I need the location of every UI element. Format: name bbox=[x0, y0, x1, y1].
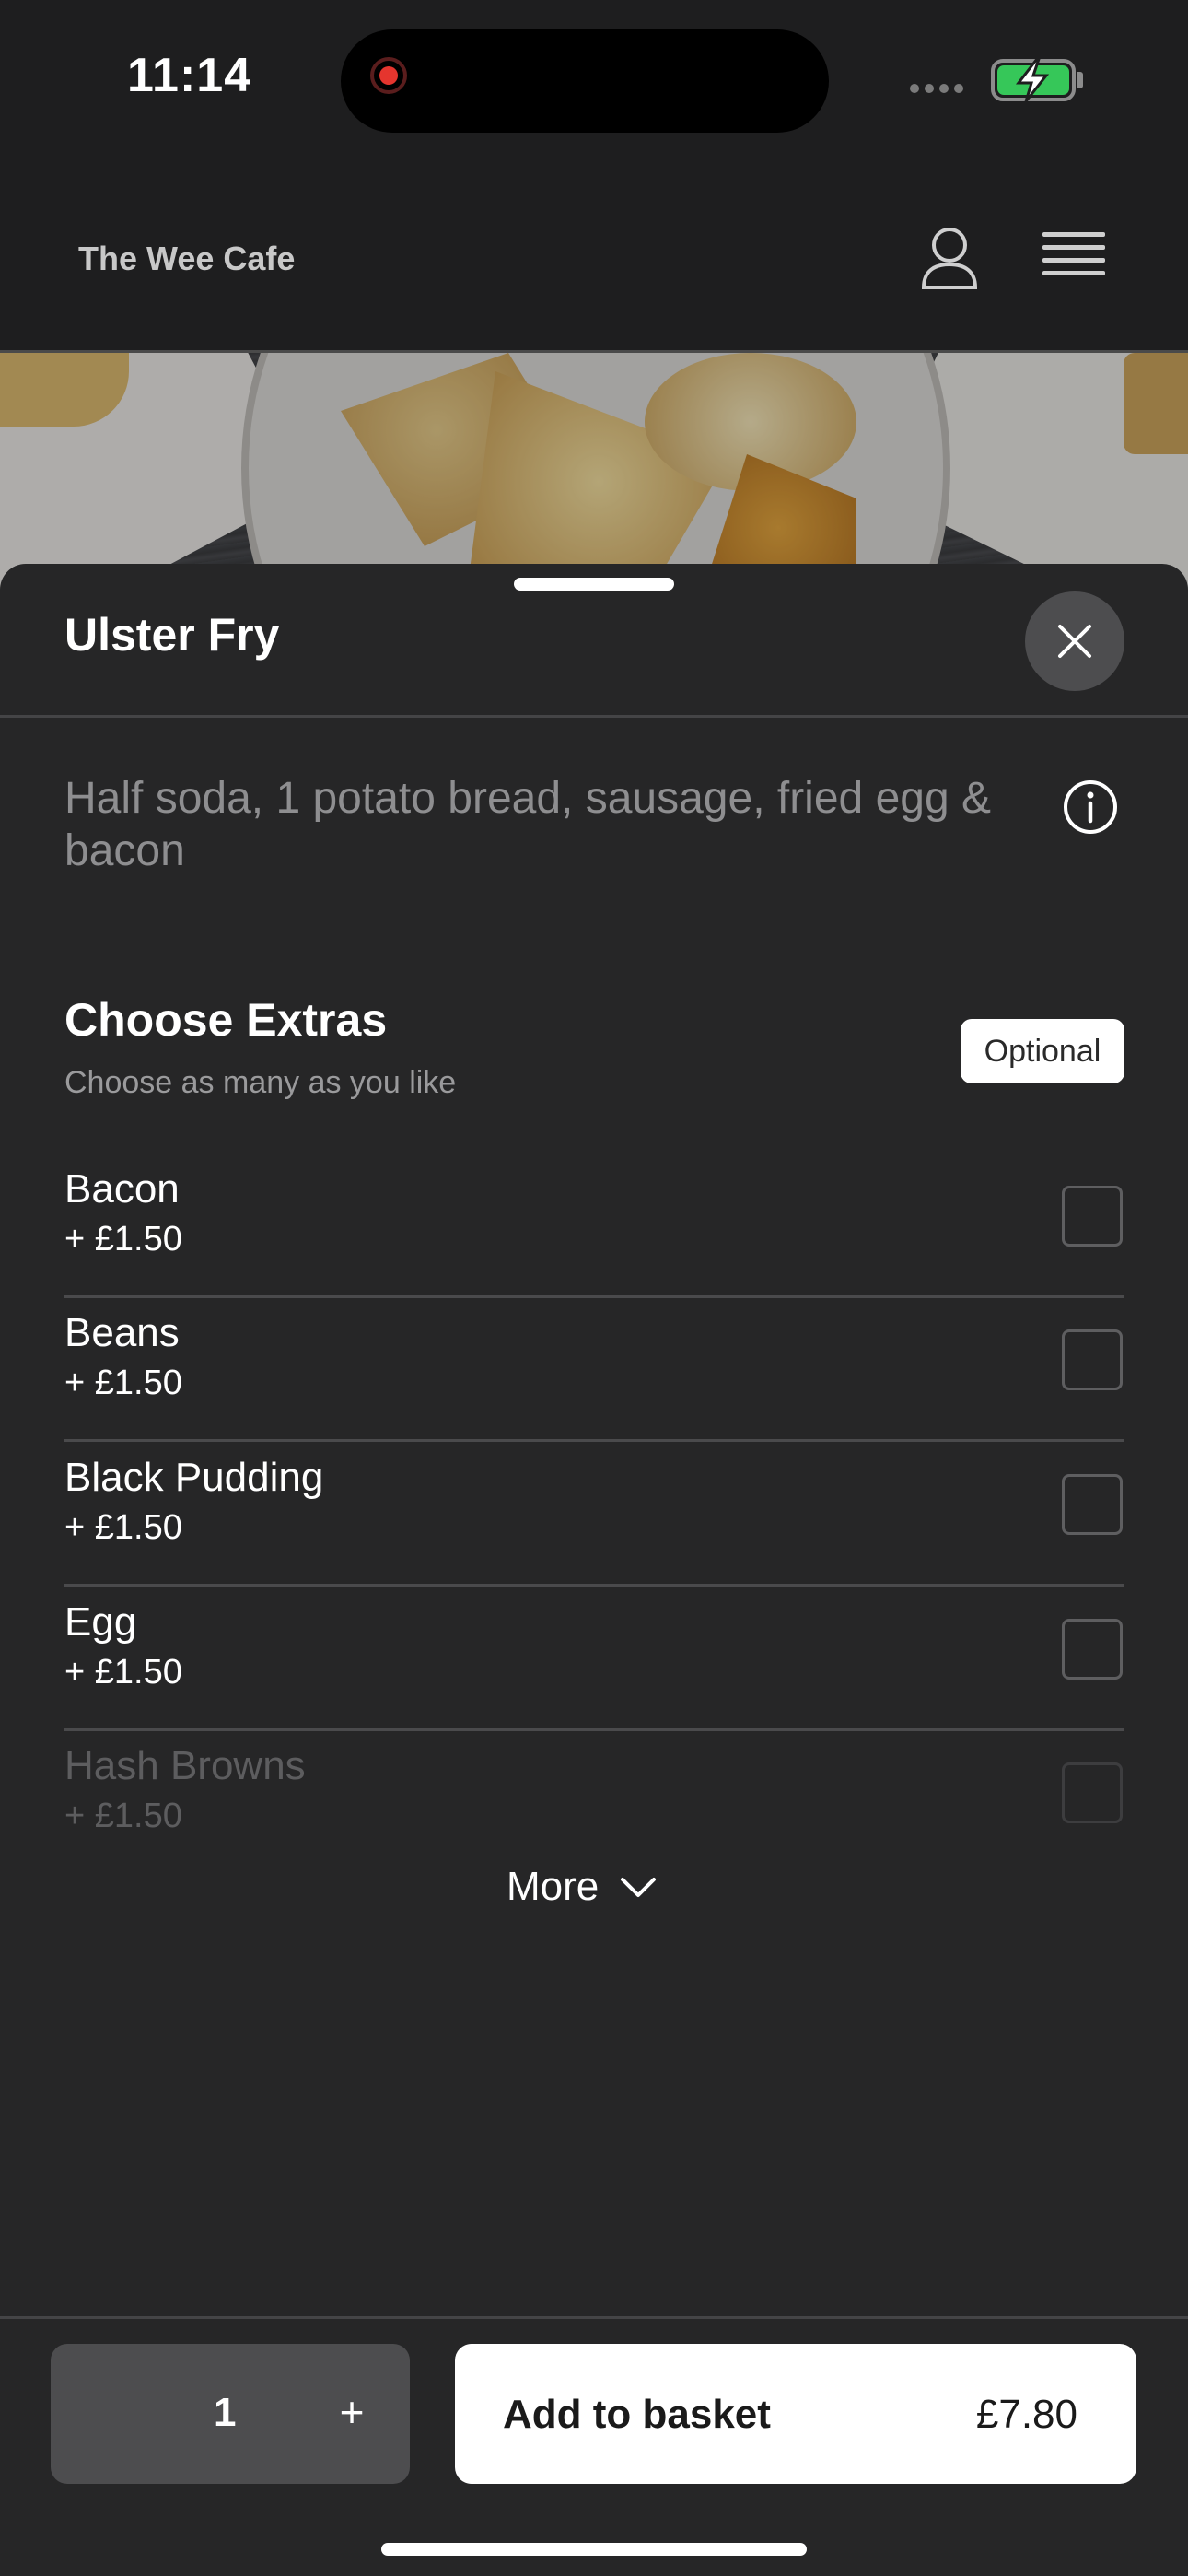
sheet-grabber[interactable] bbox=[514, 578, 674, 591]
quantity-value: 1 bbox=[214, 2390, 237, 2435]
extra-option-checkbox[interactable] bbox=[1062, 1186, 1123, 1247]
extras-subtitle: Choose as many as you like bbox=[64, 1065, 457, 1100]
option-divider bbox=[64, 1295, 1124, 1298]
close-button[interactable] bbox=[1025, 591, 1124, 691]
extra-option-name: Egg bbox=[64, 1599, 137, 1645]
extra-option-hash-browns[interactable]: Hash Browns + £1.50 bbox=[64, 1732, 1124, 1877]
extra-option-name: Black Pudding bbox=[64, 1455, 324, 1500]
extra-option-price: + £1.50 bbox=[64, 1220, 182, 1259]
item-title: Ulster Fry bbox=[64, 609, 280, 661]
extras-title: Choose Extras bbox=[64, 994, 388, 1046]
extra-option-name: Hash Browns bbox=[64, 1743, 306, 1788]
chevron-down-icon bbox=[621, 1878, 657, 1897]
extra-option-price: + £1.50 bbox=[64, 1797, 182, 1835]
battery-cap bbox=[1077, 72, 1083, 88]
add-to-basket-button[interactable]: Add to basket £7.80 bbox=[455, 2344, 1136, 2484]
extra-option-bacon[interactable]: Bacon + £1.50 bbox=[64, 1155, 1124, 1300]
extra-option-price: + £1.50 bbox=[64, 1364, 182, 1402]
bottom-divider bbox=[0, 2316, 1188, 2319]
home-indicator[interactable] bbox=[381, 2543, 807, 2556]
more-label: More bbox=[507, 1864, 600, 1909]
extra-option-checkbox[interactable] bbox=[1062, 1474, 1123, 1535]
extra-option-checkbox[interactable] bbox=[1062, 1329, 1123, 1390]
status-time: 11:14 bbox=[127, 49, 252, 102]
extra-option-egg[interactable]: Egg + £1.50 bbox=[64, 1588, 1124, 1733]
optional-badge: Optional bbox=[961, 1019, 1124, 1083]
extra-option-price: + £1.50 bbox=[64, 1653, 182, 1692]
account-icon[interactable] bbox=[919, 225, 980, 291]
item-description: Half soda, 1 potato bread, sausage, frie… bbox=[64, 774, 992, 875]
extra-option-black-pudding[interactable]: Black Pudding + £1.50 bbox=[64, 1444, 1124, 1588]
item-hero-image bbox=[0, 353, 1188, 592]
close-icon bbox=[1058, 625, 1091, 658]
title-divider bbox=[0, 715, 1188, 718]
dynamic-island bbox=[341, 29, 829, 133]
add-to-basket-label: Add to basket bbox=[503, 2392, 771, 2437]
extra-option-checkbox[interactable] bbox=[1062, 1619, 1123, 1680]
extra-option-price: + £1.50 bbox=[64, 1508, 182, 1547]
extra-option-beans[interactable]: Beans + £1.50 bbox=[64, 1299, 1124, 1444]
option-divider bbox=[64, 1439, 1124, 1442]
recording-indicator-icon bbox=[370, 57, 407, 94]
extra-option-checkbox[interactable] bbox=[1062, 1762, 1123, 1823]
quantity-increase-button[interactable]: + bbox=[324, 2379, 379, 2445]
hamburger-menu-icon[interactable] bbox=[1042, 232, 1105, 286]
charging-bolt-icon bbox=[1015, 57, 1050, 102]
signal-icon bbox=[910, 81, 969, 98]
add-to-basket-price: £7.80 bbox=[975, 2392, 1077, 2437]
extra-option-name: Beans bbox=[64, 1310, 180, 1355]
extra-option-name: Bacon bbox=[64, 1166, 180, 1212]
cafe-name[interactable]: The Wee Cafe bbox=[78, 240, 295, 278]
option-divider bbox=[64, 1728, 1124, 1731]
info-icon[interactable] bbox=[1063, 779, 1118, 835]
more-button[interactable]: More bbox=[507, 1857, 658, 1916]
option-divider bbox=[64, 1584, 1124, 1587]
